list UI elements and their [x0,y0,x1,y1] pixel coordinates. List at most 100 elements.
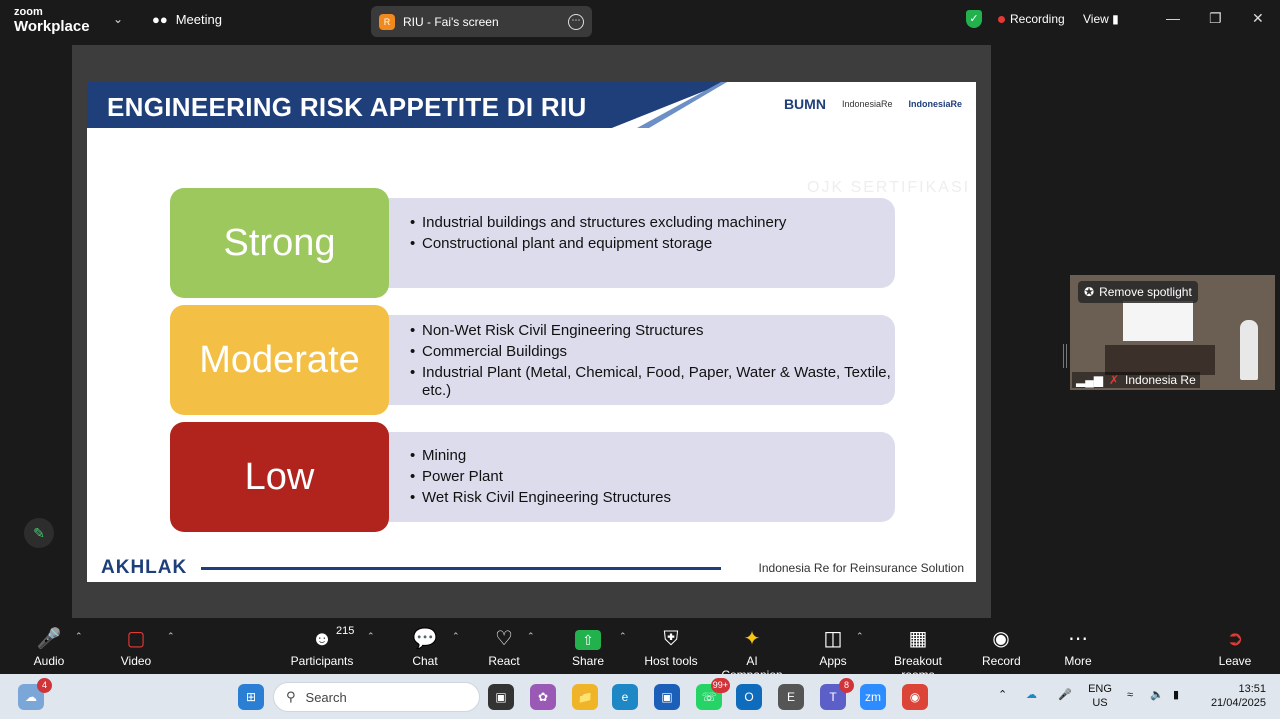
indonesia-re-logo: IndonesiaRe [841,99,893,109]
restore-icon[interactable]: ❐ [1209,10,1222,27]
whatsapp-badge: 99+ [710,678,730,693]
presenter-figure [1240,320,1258,380]
volume-icon[interactable]: 🔈 [1150,688,1164,702]
apps-grid-icon: ◫ [823,628,843,650]
risk-items-panel: Mining Power Plant Wet Risk Civil Engine… [380,432,895,522]
react-button[interactable]: ♡ React [486,627,522,668]
mic-muted-icon: 🎤 [36,628,62,650]
annotate-pencil-icon[interactable]: ✎ [24,518,54,548]
pin-icon: ✪ [1084,285,1095,299]
risk-level-label: Low [170,422,389,532]
zoom-app-icon[interactable]: zm [860,684,886,710]
share-screen-icon: ⇧ [575,630,601,650]
view-button[interactable]: View ▮ [1083,12,1119,26]
more-options-icon[interactable]: ⋯ [568,13,584,30]
task-view-icon[interactable]: ▣ [488,684,514,710]
risk-level-label: Moderate [170,305,389,415]
share-options-caret[interactable]: ⌃ [619,631,627,642]
shared-screen-pill[interactable]: R RIU - Fai's screen ⋯ [371,6,592,37]
muted-mic-icon: ✗ [1108,373,1120,387]
record-icon: ◉ [992,628,1010,650]
file-explorer-icon[interactable]: 📁 [572,684,598,710]
windows-start-icon[interactable]: ⊞ [238,684,264,710]
slide-footer-text: Indonesia Re for Reinsurance Solution [758,561,964,575]
heart-icon: ♡ [495,628,513,650]
shared-screen-title: RIU - Fai's screen [403,14,499,29]
taskbar-search[interactable]: ⚲ Search [273,682,480,712]
host-tools-button[interactable]: ⛨ Host tools [644,627,698,668]
teams-icon[interactable]: T8 [820,678,854,710]
sharer-avatar: R [379,13,395,30]
indonesia-re-institute-logo: IndonesiaRe [908,99,962,109]
weather-badge: 4 [37,678,52,693]
apps-button[interactable]: ◫ Apps [817,627,849,668]
list-item: Power Plant [410,466,895,487]
list-item: Wet Risk Civil Engineering Structures [410,487,895,508]
elo-app-icon[interactable]: E [778,684,804,710]
audio-options-caret[interactable]: ⌃ [75,631,83,642]
presentation-slide: ENGINEERING RISK APPETITE DI RIU BUMN In… [87,82,976,582]
onedrive-icon[interactable]: ☁ [1026,688,1037,702]
more-button[interactable]: ⋯ More [1062,627,1094,668]
weather-icon[interactable]: ☁ 4 [18,678,52,710]
drag-handle[interactable] [1063,344,1067,368]
clock[interactable]: 13:51 21/04/2025 [1202,682,1266,710]
record-dot-icon [998,15,1005,23]
edge-browser-icon[interactable]: e [612,684,638,710]
risk-items-panel: Non-Wet Risk Civil Engineering Structure… [380,315,895,405]
remove-spotlight-button[interactable]: ✪ Remove spotlight [1078,281,1198,303]
recording-indicator[interactable]: Recording [998,12,1065,26]
participants-count: 215 [336,625,355,637]
microphone-icon[interactable]: 🎤 [1058,688,1072,702]
participants-options-caret[interactable]: ⌃ [367,631,375,642]
spotlight-video-thumbnail[interactable]: ✪ Remove spotlight ▂▄▆ ✗ Indonesia Re [1070,275,1275,390]
list-item: Mining [410,445,895,466]
slide-logos: BUMN IndonesiaRe IndonesiaRe [784,96,962,112]
meeting-menu[interactable]: ●● Meeting [152,12,222,27]
audio-button[interactable]: 🎤 Audio [30,627,68,668]
zoom-brand-logo: zoom Workplace [14,6,90,35]
wifi-icon[interactable]: ≈ [1127,688,1133,702]
meeting-toolbar: 🎤 Audio ⌃ ▢ Video ⌃ ☻ 215 Participants ⌃… [0,619,1280,682]
battery-icon[interactable]: ▮ [1173,688,1179,702]
chat-options-caret[interactable]: ⌃ [452,631,460,642]
video-off-icon: ▢ [126,628,146,650]
shield-icon: ⛨ [663,628,679,650]
sparkle-icon: ✦ [743,628,761,650]
slide-title: ENGINEERING RISK APPETITE DI RIU [107,92,587,122]
chrome-icon[interactable]: ◉ [902,684,928,710]
whatsapp-icon[interactable]: ☏ 99+ [696,678,730,710]
close-icon[interactable]: ✕ [1252,10,1264,27]
show-hidden-icons-chevron[interactable]: ⌃ [998,688,1007,702]
participants-button[interactable]: ☻ 215 Participants [290,625,355,668]
video-button[interactable]: ▢ Video [117,627,155,668]
minimize-icon[interactable]: — [1166,10,1180,26]
risk-level-label: Strong [170,188,389,298]
view-layout-icon: ▮ [1112,12,1119,26]
record-button[interactable]: ◉ Record [982,627,1021,668]
react-options-caret[interactable]: ⌃ [527,631,535,642]
security-shield-icon[interactable]: ✓ [966,10,982,28]
watermark: OJK SERTIFIKASI [807,179,971,196]
chevron-down-icon[interactable]: ⌄ [113,12,123,26]
chat-button[interactable]: 💬 Chat [408,627,442,668]
list-item: Industrial buildings and structures excl… [410,212,895,233]
copilot-icon[interactable]: ✿ [530,684,556,710]
room-screen [1123,301,1193,341]
room-cabinet [1105,345,1215,375]
teams-badge: 8 [839,678,854,693]
people-icon: ●● [152,12,168,27]
signal-bars-icon: ▂▄▆ [1076,373,1103,387]
more-dots-icon: ⋯ [1068,628,1088,650]
chat-icon: 💬 [412,628,438,650]
akhlak-logo: AKHLAK [101,557,188,578]
video-options-caret[interactable]: ⌃ [167,631,175,642]
store-icon[interactable]: ▣ [654,684,680,710]
apps-options-caret[interactable]: ⌃ [856,631,864,642]
language-indicator[interactable]: ENG US [1088,682,1112,710]
bumn-logo: BUMN [783,96,826,112]
outlook-icon[interactable]: O [736,684,762,710]
leave-button[interactable]: ➲ Leave [1218,627,1252,668]
windows-taskbar: ☁ 4 ⊞ ⚲ Search ▣ ✿ 📁 e ▣ ☏ 99+ O E T8 zm ◉… [0,674,1280,719]
share-button[interactable]: ⇧ Share [570,627,606,668]
